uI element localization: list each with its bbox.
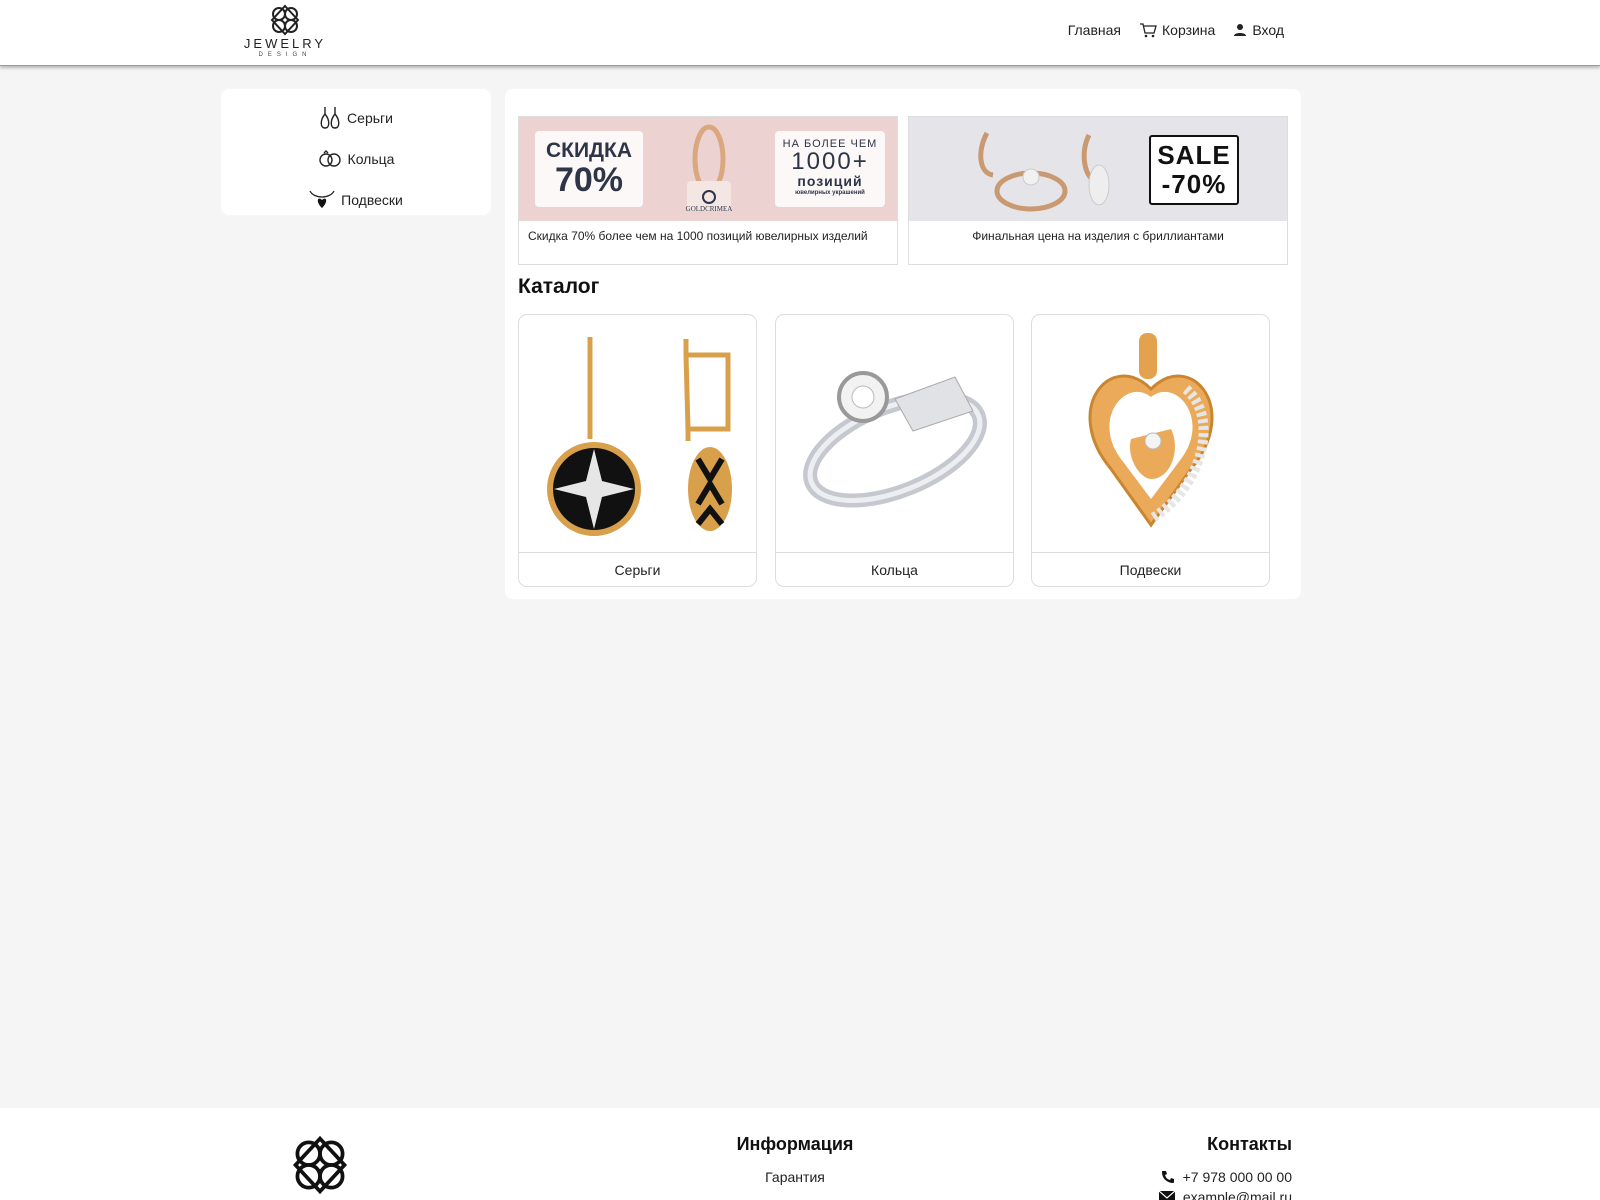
rings-icon bbox=[318, 149, 341, 167]
card-image bbox=[776, 315, 1013, 553]
promo-text: 1000+ bbox=[791, 148, 869, 175]
footer-info: Информация Гарантия bbox=[700, 1134, 890, 1187]
cart-icon bbox=[1140, 23, 1157, 38]
earrings-icon bbox=[320, 106, 340, 129]
card-image bbox=[519, 315, 756, 553]
footer-link-warranty[interactable]: Гарантия bbox=[765, 1169, 825, 1185]
nav-cart-link[interactable]: Корзина bbox=[1139, 22, 1215, 38]
catalog-title: Каталог bbox=[518, 275, 600, 298]
knot-logo-icon bbox=[270, 4, 300, 36]
pendant-icon bbox=[309, 190, 335, 208]
sidebar-item-rings[interactable]: Кольца bbox=[221, 138, 491, 179]
catalog-card-pendants[interactable]: Подвески bbox=[1031, 314, 1270, 587]
promo-banner-discount[interactable]: СКИДКА 70% GOLDCRIMEA НА БОЛЕЕ ЧЕМ 1000+… bbox=[518, 116, 898, 265]
phone-icon bbox=[1161, 1171, 1174, 1183]
sidebar-item-label: Подвески bbox=[341, 191, 403, 208]
sidebar-item-earrings[interactable]: Серьги bbox=[221, 97, 491, 138]
catalog-card-rings[interactable]: Кольца bbox=[775, 314, 1014, 587]
banner-caption: Скидка 70% более чем на 1000 позиций юве… bbox=[528, 229, 868, 243]
footer-info-title: Информация bbox=[736, 1134, 854, 1154]
sidebar-item-label: Кольца bbox=[347, 150, 395, 167]
promo-right-box: НА БОЛЕЕ ЧЕМ 1000+ позиций ювелирных укр… bbox=[775, 131, 885, 207]
main-content: СКИДКА 70% GOLDCRIMEA НА БОЛЕЕ ЧЕМ 1000+… bbox=[505, 89, 1301, 599]
catalog-card-earrings[interactable]: Серьги bbox=[518, 314, 757, 587]
nav-login-link[interactable]: Вход bbox=[1233, 22, 1284, 38]
brand-sub: DESIGN bbox=[258, 52, 312, 58]
promo-banner-sale[interactable]: SALE -70% Финальная цена на изделия с бр… bbox=[908, 116, 1288, 265]
sale-text: -70% bbox=[1161, 169, 1227, 199]
ring-photo-icon bbox=[802, 370, 987, 508]
earrings-photo-icon bbox=[546, 336, 732, 536]
user-icon bbox=[1234, 24, 1247, 36]
banner-brand-text: GOLDCRIMEA bbox=[685, 205, 733, 213]
promo-text: ювелирных украшений bbox=[795, 190, 865, 196]
sale-badge: SALE -70% bbox=[1149, 135, 1239, 205]
sidebar-item-label: Серьги bbox=[347, 109, 393, 126]
nav-cart-label: Корзина bbox=[1162, 22, 1216, 38]
category-sidebar: Серьги Кольца Подвески bbox=[221, 89, 491, 215]
banner-image: SALE -70% bbox=[909, 117, 1287, 221]
rings-product-icon bbox=[978, 131, 1110, 212]
footer-contacts: Контакты +7 978 000 00 00 example@mail.r… bbox=[1158, 1134, 1292, 1200]
banner-image: СКИДКА 70% GOLDCRIMEA НА БОЛЕЕ ЧЕМ 1000+… bbox=[519, 117, 897, 221]
promo-text: 70% bbox=[554, 161, 624, 199]
card-label: Подвески bbox=[1119, 562, 1182, 578]
sidebar-item-pendants[interactable]: Подвески bbox=[221, 179, 491, 220]
nav-home-link[interactable]: Главная bbox=[1068, 22, 1121, 38]
footer-logo[interactable] bbox=[288, 1134, 352, 1200]
promo-text: позиций bbox=[797, 173, 863, 189]
card-label: Кольца bbox=[871, 562, 918, 578]
email-text: example@mail.ru bbox=[1182, 1189, 1292, 1200]
card-label: Серьги bbox=[614, 562, 661, 578]
earring-product-icon bbox=[687, 124, 731, 211]
contact-email[interactable]: example@mail.ru bbox=[1158, 1189, 1292, 1200]
promo-text: СКИДКА bbox=[545, 139, 633, 162]
site-footer: Информация Гарантия Контакты +7 978 000 … bbox=[0, 1108, 1600, 1200]
sale-text: SALE bbox=[1157, 140, 1231, 170]
mail-icon bbox=[1158, 1191, 1175, 1200]
nav-login-label: Вход bbox=[1252, 22, 1284, 38]
brand-name: JEWELRY bbox=[243, 36, 327, 51]
nav-home-label: Главная bbox=[1067, 22, 1121, 38]
contact-phone[interactable]: +7 978 000 00 00 bbox=[1159, 1169, 1292, 1185]
site-header: JEWELRY DESIGN Главная Корзина Вход bbox=[0, 0, 1600, 66]
top-nav: Главная Корзина Вход bbox=[1068, 22, 1284, 38]
site-logo[interactable]: JEWELRY DESIGN bbox=[240, 4, 330, 64]
knot-logo-icon bbox=[292, 1135, 348, 1195]
promo-left-box: СКИДКА 70% bbox=[535, 131, 643, 207]
phone-text: +7 978 000 00 00 bbox=[1182, 1169, 1292, 1185]
pendant-photo-icon bbox=[1088, 332, 1213, 528]
footer-contacts-title: Контакты bbox=[1207, 1134, 1292, 1154]
banner-caption: Финальная цена на изделия с бриллиантами bbox=[972, 229, 1224, 243]
card-image bbox=[1032, 315, 1269, 553]
